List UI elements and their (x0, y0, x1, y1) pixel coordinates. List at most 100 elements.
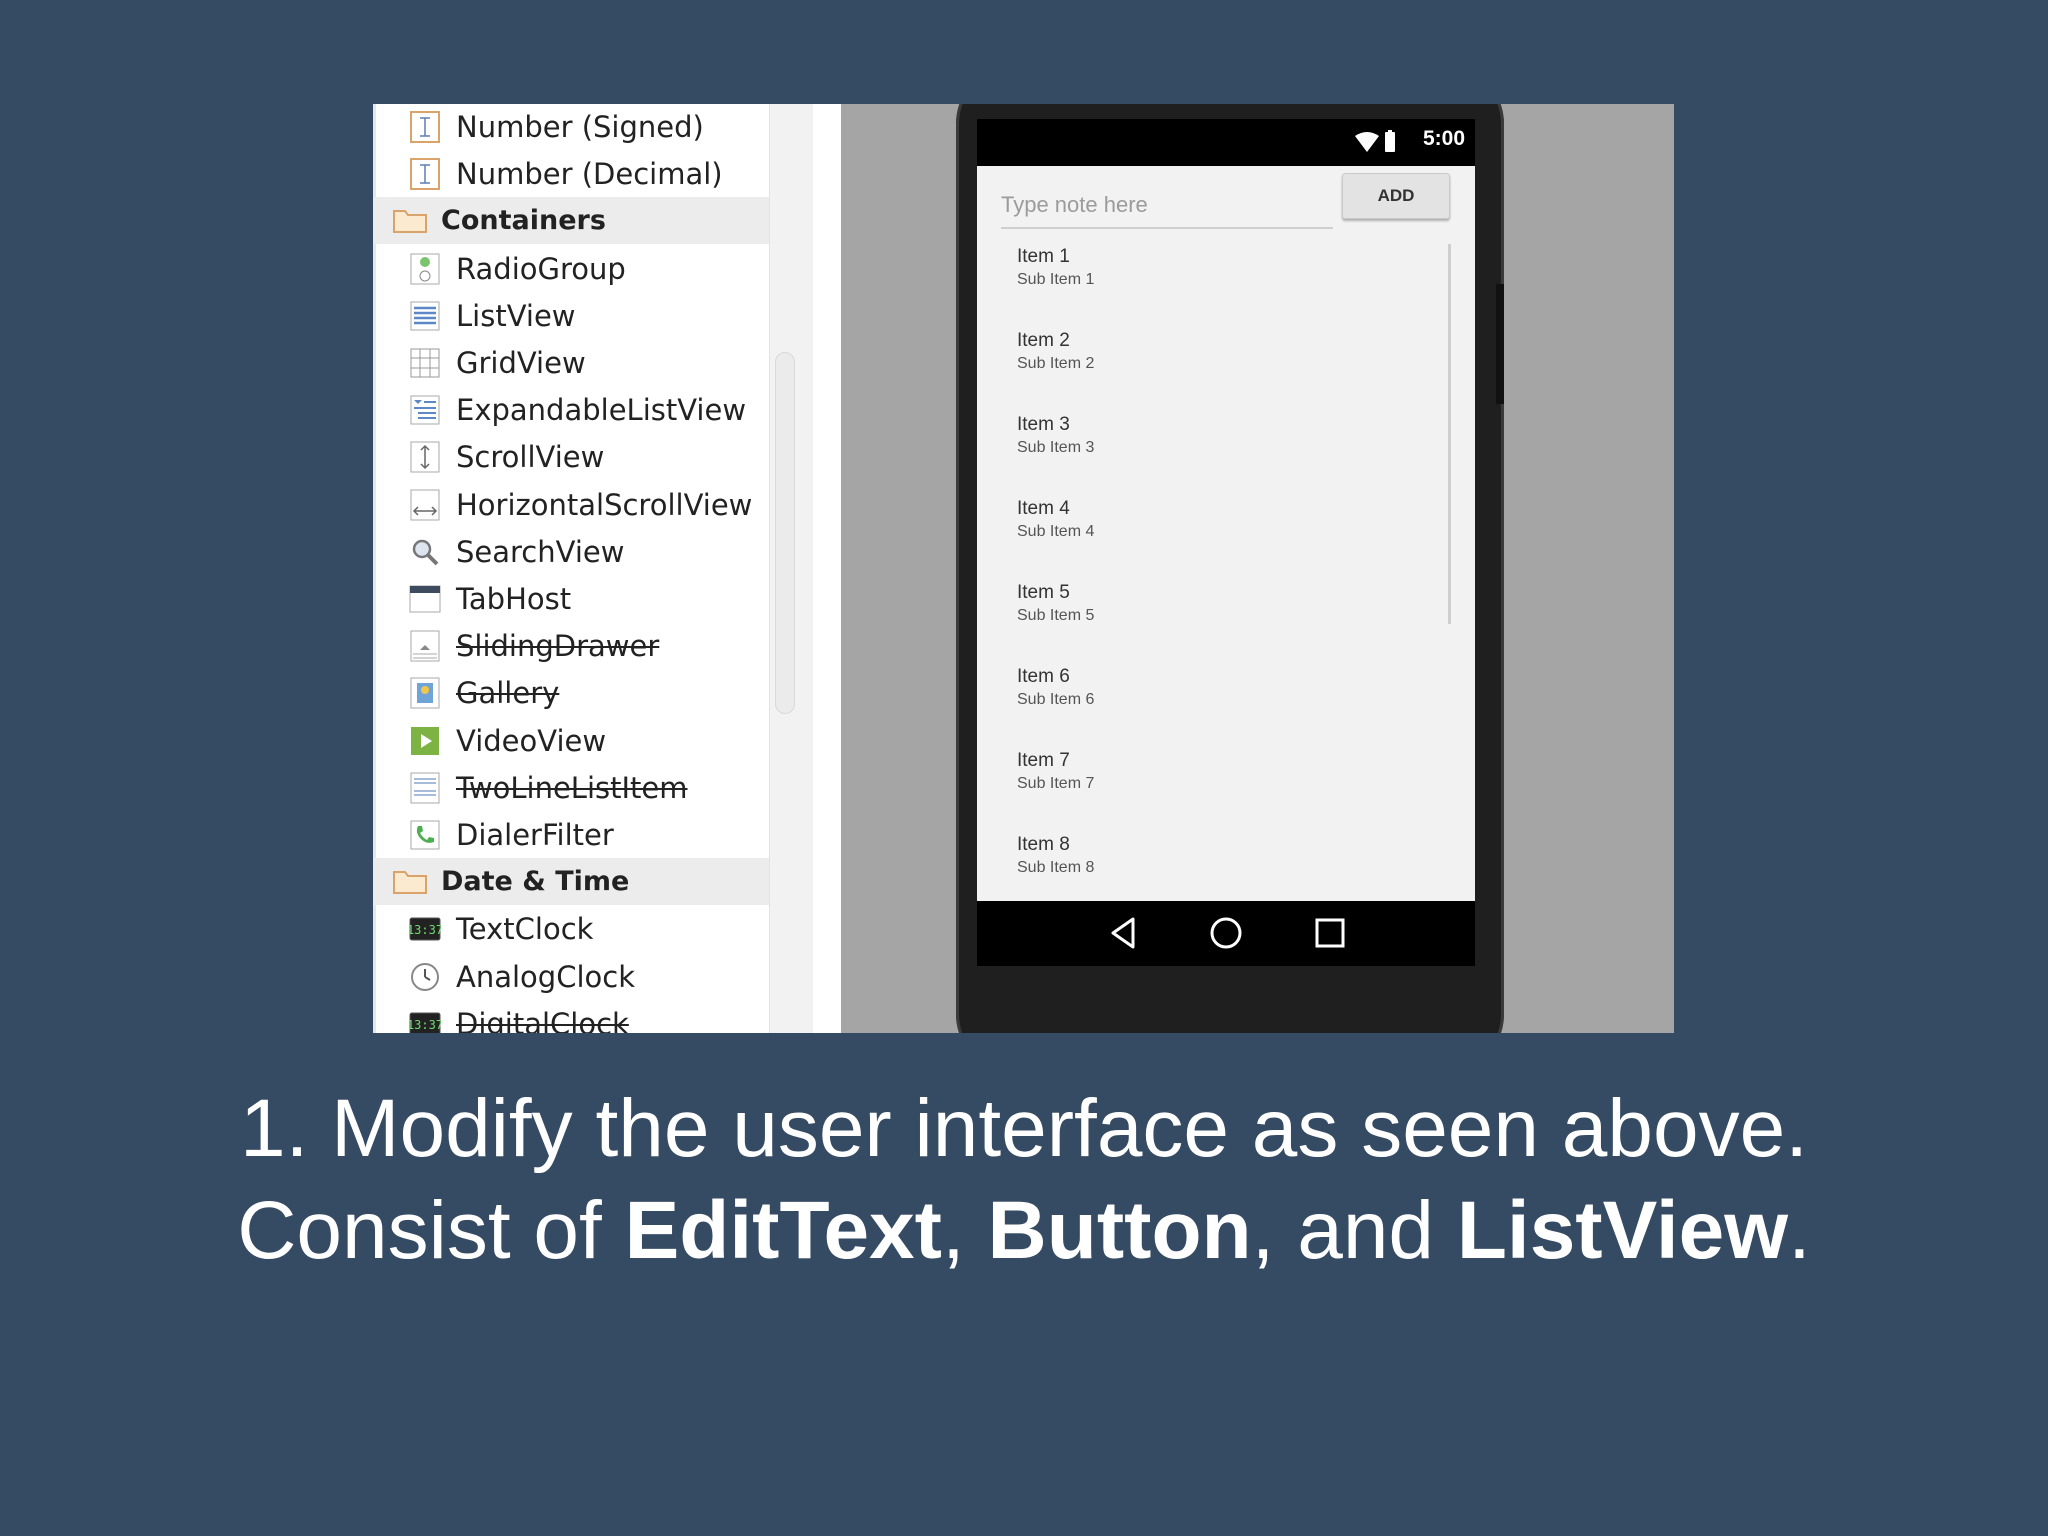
back-icon[interactable] (1103, 913, 1143, 953)
vertical-scroll-icon (409, 441, 441, 473)
list-item-title: Item 2 (1017, 330, 1070, 351)
list-item-subtitle: Sub Item 4 (1017, 523, 1095, 540)
palette-item-label: Containers (441, 205, 606, 237)
list-scrollbar[interactable] (1448, 244, 1451, 624)
palette-item[interactable]: HorizontalScrollView (373, 481, 769, 528)
palette-item-label: Date & Time (441, 866, 630, 898)
note-input[interactable] (1001, 183, 1333, 229)
expandable-list-icon (409, 394, 441, 426)
palette-item-label: AnalogClock (456, 959, 635, 994)
palette-item-label: RadioGroup (456, 251, 626, 286)
palette-item[interactable]: Gallery (373, 669, 769, 716)
palette-item[interactable]: 13:37 DigitalClock (373, 1000, 769, 1033)
palette-item[interactable]: SearchView (373, 528, 769, 575)
analog-clock-icon (409, 961, 441, 993)
palette-item[interactable]: ListView (373, 292, 769, 339)
caption-comma: , (941, 1185, 988, 1276)
list-item-title: Item 4 (1017, 498, 1070, 519)
caption-listview: ListView (1456, 1185, 1788, 1276)
list-item-subtitle: Sub Item 6 (1017, 691, 1095, 708)
phone-screen: 5:00 ADD Item 1 Sub Item 1 Item 2 Sub Item … (977, 119, 1475, 901)
palette-category[interactable]: Containers (373, 197, 769, 245)
palette-item[interactable]: VideoView (373, 717, 769, 764)
palette-item[interactable]: ScrollView (373, 433, 769, 480)
palette-item[interactable]: TabHost (373, 575, 769, 622)
list-item-subtitle: Sub Item 8 (1017, 859, 1095, 876)
list-item-subtitle: Sub Item 2 (1017, 355, 1095, 372)
tab-host-icon (409, 583, 441, 615)
video-play-icon (409, 725, 441, 757)
slide-caption: 1. Modify the user interface as seen abo… (0, 1078, 2048, 1282)
home-icon[interactable] (1206, 913, 1246, 953)
palette-item[interactable]: TwoLineListItem (373, 764, 769, 811)
palette-item[interactable]: ExpandableListView (373, 386, 769, 433)
text-field-icon (409, 158, 441, 191)
palette-item-label: TextClock (456, 912, 594, 947)
palette-item-label: GridView (456, 346, 586, 380)
list-item[interactable]: Item 2 Sub Item 2 (1017, 329, 1377, 399)
palette-item[interactable]: Number (Decimal) (373, 150, 769, 197)
palette-item-label: SearchView (456, 534, 625, 569)
palette-scrollbar[interactable] (775, 352, 795, 714)
palette-item-label: TabHost (456, 582, 572, 616)
palette-item-label: ScrollView (456, 440, 605, 475)
nav-bar (977, 901, 1475, 966)
folder-icon (393, 868, 427, 896)
list-item[interactable]: Item 4 Sub Item 4 (1017, 497, 1377, 567)
list-item[interactable]: Item 3 Sub Item 3 (1017, 413, 1377, 483)
list-item-title: Item 7 (1017, 750, 1070, 771)
list-item-subtitle: Sub Item 3 (1017, 439, 1095, 456)
list-item-title: Item 5 (1017, 582, 1070, 603)
caption-period: . (1788, 1185, 1811, 1276)
palette-item[interactable]: 13:37 TextClock (373, 905, 769, 952)
radio-group-icon (409, 253, 441, 285)
palette-item-label: Number (Signed) (456, 110, 704, 144)
list-item[interactable]: Item 1 Sub Item 1 (1017, 245, 1377, 315)
grid-view-icon (409, 347, 441, 379)
list-item[interactable]: Item 7 Sub Item 7 (1017, 749, 1377, 819)
list-item-title: Item 6 (1017, 666, 1070, 687)
add-button[interactable]: ADD (1342, 173, 1450, 219)
sliding-drawer-icon (409, 630, 441, 662)
list-item[interactable]: Item 8 Sub Item 8 (1017, 833, 1377, 901)
list-item-subtitle: Sub Item 1 (1017, 271, 1095, 288)
palette-panel: Number (Signed) Number (Decimal) Container… (373, 104, 769, 1033)
palette-item-label: ListView (456, 298, 576, 333)
search-icon (409, 536, 441, 568)
screenshot-panel: Number (Signed) Number (Decimal) Container… (373, 104, 1674, 1033)
palette-item[interactable]: DialerFilter (373, 811, 769, 858)
caption-and: , and (1251, 1185, 1457, 1276)
list-item[interactable]: Item 6 Sub Item 6 (1017, 665, 1377, 735)
phone-icon (409, 819, 441, 851)
palette-category[interactable]: Date & Time (373, 858, 769, 906)
palette-item-label: DigitalClock (456, 1006, 629, 1033)
list-item[interactable]: Item 5 Sub Item 5 (1017, 581, 1377, 651)
list-item-title: Item 1 (1017, 246, 1070, 267)
gallery-icon (409, 677, 441, 709)
palette-item[interactable]: GridView (373, 339, 769, 386)
svg-text:13:37: 13:37 (409, 923, 441, 937)
digital-clock-icon: 13:37 (409, 913, 441, 945)
palette-item-label: DialerFilter (456, 818, 614, 852)
palette-item[interactable]: Number (Signed) (373, 104, 769, 150)
caption-line-1: 1. Modify the user interface as seen abo… (239, 1083, 1808, 1174)
status-bar: 5:00 (977, 119, 1475, 166)
caption-button: Button (987, 1185, 1252, 1276)
svg-text:13:37: 13:37 (409, 1018, 441, 1032)
caption-edittext: EditText (624, 1185, 942, 1276)
list-item-title: Item 3 (1017, 414, 1070, 435)
list-view-icon (409, 300, 441, 332)
palette-item-label: TwoLineListItem (456, 770, 688, 805)
horizontal-scroll-icon (409, 489, 441, 521)
caption-prefix: Consist of (237, 1185, 625, 1276)
palette-item[interactable]: SlidingDrawer (373, 622, 769, 669)
palette-item-label: Gallery (456, 676, 560, 711)
recents-icon[interactable] (1310, 913, 1350, 953)
palette-item[interactable]: AnalogClock (373, 953, 769, 1000)
folder-icon (393, 207, 427, 235)
phone-side-button (1496, 284, 1504, 404)
text-field-icon (409, 111, 441, 143)
palette-item[interactable]: RadioGroup (373, 245, 769, 292)
two-line-list-icon (409, 772, 441, 804)
list-item-title: Item 8 (1017, 834, 1070, 855)
